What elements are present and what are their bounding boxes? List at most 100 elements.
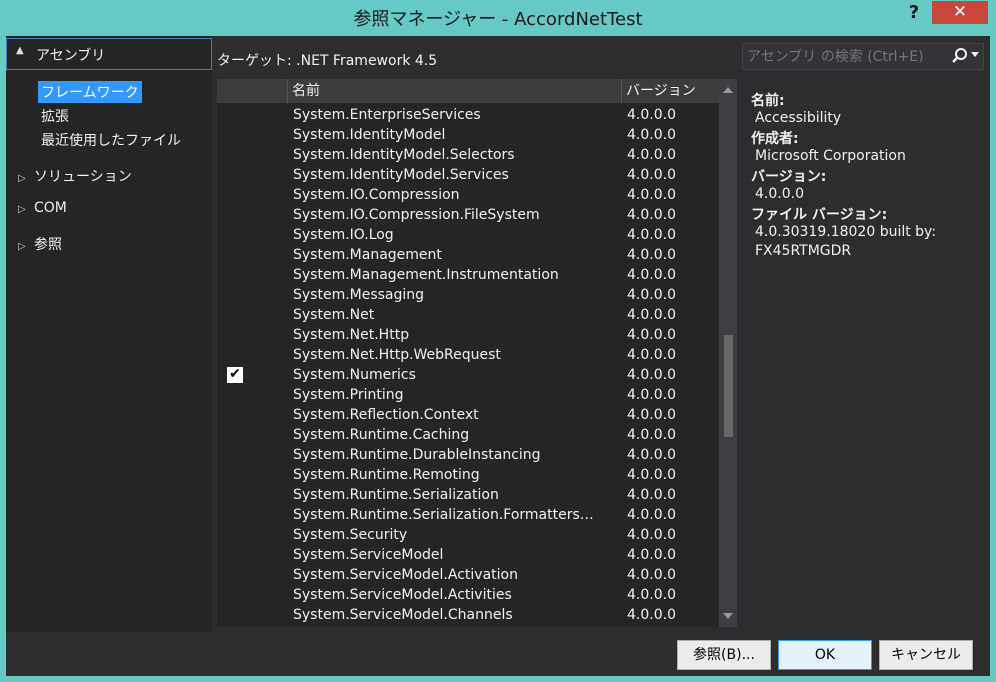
assembly-name: System.ServiceModel.Activities [293, 587, 512, 603]
list-item[interactable]: System.Net.Http.WebRequest 4.0.0.0 [217, 345, 719, 365]
search-box[interactable] [742, 43, 984, 70]
cancel-button[interactable]: キャンセル [879, 640, 973, 670]
list-item[interactable]: System.ServiceModel.Activation 4.0.0.0 [217, 565, 719, 585]
assembly-version: 4.0.0.0 [627, 327, 676, 343]
assembly-name: System.ServiceModel.Channels [293, 607, 513, 623]
list-item[interactable]: System.Security 4.0.0.0 [217, 525, 719, 545]
chevron-down-icon[interactable] [971, 52, 979, 57]
assembly-name: System.IO.Log [293, 227, 394, 243]
assembly-version: 4.0.0.0 [627, 267, 676, 283]
assembly-version: 4.0.0.0 [627, 607, 676, 623]
scroll-thumb[interactable] [724, 335, 733, 437]
assembly-name: System.Numerics [293, 367, 416, 383]
nav-item-solution[interactable]: ▷ ソリューション [18, 166, 132, 188]
list-item[interactable]: System.IO.Compression.FileSystem 4.0.0.0 [217, 205, 719, 225]
list-item[interactable]: System.Runtime.DurableInstancing 4.0.0.0 [217, 445, 719, 465]
list-item[interactable]: System.Runtime.Remoting 4.0.0.0 [217, 465, 719, 485]
nav-item-label: COM [34, 200, 67, 216]
search-icon[interactable] [951, 46, 969, 66]
list-item[interactable]: System.IO.Log 4.0.0.0 [217, 225, 719, 245]
nav-item-label: アセンブリ [36, 48, 106, 64]
assembly-version: 4.0.0.0 [627, 107, 676, 123]
nav-item-assemblies[interactable]: ▲ アセンブリ [6, 38, 212, 70]
search-input[interactable] [747, 47, 943, 67]
detail-author-label: 作成者: [751, 131, 799, 147]
assembly-version: 4.0.0.0 [627, 207, 676, 223]
help-button[interactable]: ? [904, 2, 924, 28]
assembly-version: 4.0.0.0 [627, 287, 676, 303]
list-item[interactable]: System.Messaging 4.0.0.0 [217, 285, 719, 305]
list-item[interactable]: System.IdentityModel 4.0.0.0 [217, 125, 719, 145]
assembly-version: 4.0.0.0 [627, 147, 676, 163]
assembly-name: System.Net [293, 307, 375, 323]
list-item[interactable]: System.Runtime.Serialization 4.0.0.0 [217, 485, 719, 505]
list-item[interactable]: System.Runtime.Caching 4.0.0.0 [217, 425, 719, 445]
assembly-version: 4.0.0.0 [627, 587, 676, 603]
assembly-name: System.IO.Compression.FileSystem [293, 207, 540, 223]
checkmark-icon[interactable]: ✔ [227, 367, 243, 383]
assembly-version: 4.0.0.0 [627, 227, 676, 243]
list-item[interactable]: System.ServiceModel.Activities 4.0.0.0 [217, 585, 719, 605]
collapsed-triangle-icon: ▷ [18, 204, 26, 215]
list-item[interactable]: System.IdentityModel.Selectors 4.0.0.0 [217, 145, 719, 165]
assembly-version: 4.0.0.0 [627, 547, 676, 563]
list-item[interactable]: System.Printing 4.0.0.0 [217, 385, 719, 405]
assembly-name: System.ServiceModel.Activation [293, 567, 518, 583]
nav-item-com[interactable]: ▷ COM [18, 200, 67, 222]
assembly-name: System.Messaging [293, 287, 425, 303]
collapsed-triangle-icon: ▷ [18, 173, 26, 184]
title-bar[interactable]: 参照マネージャー - AccordNetTest ? ✕ [0, 0, 996, 36]
nav-item-label: ソリューション [34, 169, 132, 185]
assembly-version: 4.0.0.0 [627, 407, 676, 423]
assembly-list: 名前 バージョン System.EnterpriseServices 4.0.0.… [217, 79, 737, 627]
assembly-name: System.EnterpriseServices [293, 107, 481, 123]
list-item[interactable]: System.IO.Compression 4.0.0.0 [217, 185, 719, 205]
assembly-name: System.Management [293, 247, 442, 263]
assembly-version: 4.0.0.0 [627, 127, 676, 143]
assembly-version: 4.0.0.0 [627, 367, 676, 383]
list-item[interactable]: ✔ System.Numerics 4.0.0.0 [217, 365, 719, 385]
dialog-footer: 参照(B)... OK キャンセル [6, 632, 990, 676]
target-framework-label: ターゲット: .NET Framework 4.5 [217, 53, 438, 69]
nav-item-framework[interactable]: フレームワーク [38, 81, 142, 103]
close-icon: ✕ [952, 2, 968, 22]
list-item[interactable]: System.EnterpriseServices 4.0.0.0 [217, 105, 719, 125]
list-item[interactable]: System.Net.Http 4.0.0.0 [217, 325, 719, 345]
detail-file-version-value: 4.0.30319.18020 built by: FX45RTMGDR [755, 224, 937, 259]
list-item[interactable]: System.IdentityModel.Services 4.0.0.0 [217, 165, 719, 185]
assembly-name: System.IdentityModel.Selectors [293, 147, 515, 163]
detail-version-label: バージョン: [751, 169, 827, 185]
nav-item-browse[interactable]: ▷ 参照 [18, 234, 62, 256]
assembly-name: System.Net.Http.WebRequest [293, 347, 501, 363]
assembly-version: 4.0.0.0 [627, 427, 676, 443]
column-header-name[interactable]: 名前 [287, 79, 621, 103]
list-item[interactable]: System.ServiceModel 4.0.0.0 [217, 545, 719, 565]
ok-button[interactable]: OK [778, 640, 872, 670]
assembly-name: System.ServiceModel [293, 547, 444, 563]
list-item[interactable]: System.Management 4.0.0.0 [217, 245, 719, 265]
nav-item-recent[interactable]: 最近使用したファイル [38, 129, 184, 151]
detail-name-value: Accessibility [755, 110, 842, 126]
nav-item-extensions[interactable]: 拡張 [38, 105, 72, 127]
column-header-version[interactable]: バージョン [621, 79, 709, 103]
list-item[interactable]: System.ServiceModel.Channels 4.0.0.0 [217, 605, 719, 625]
browse-button[interactable]: 参照(B)... [677, 640, 771, 670]
window-title: 参照マネージャー - AccordNetTest [353, 9, 643, 30]
list-rows: System.EnterpriseServices 4.0.0.0 System.I… [217, 105, 719, 625]
list-item[interactable]: System.Management.Instrumentation 4.0.0.0 [217, 265, 719, 285]
detail-name-label: 名前: [751, 93, 785, 109]
scroll-down-icon[interactable] [723, 613, 733, 619]
nav-item-label: 参照 [34, 237, 62, 253]
list-item[interactable]: System.Reflection.Context 4.0.0.0 [217, 405, 719, 425]
list-scrollbar[interactable] [719, 79, 737, 627]
list-item[interactable]: System.Runtime.Serialization.Formatters…… [217, 505, 719, 525]
assembly-name: System.IdentityModel.Services [293, 167, 509, 183]
close-button[interactable]: ✕ [932, 1, 988, 24]
assembly-version: 4.0.0.0 [627, 527, 676, 543]
list-item[interactable]: System.Net 4.0.0.0 [217, 305, 719, 325]
scroll-up-icon[interactable] [723, 87, 733, 93]
assembly-version: 4.0.0.0 [627, 567, 676, 583]
detail-author-value: Microsoft Corporation [755, 148, 906, 164]
assembly-version: 4.0.0.0 [627, 307, 676, 323]
dialog-window: 参照マネージャー - AccordNetTest ? ✕ ▲ アセンブリ フレー… [0, 0, 996, 682]
